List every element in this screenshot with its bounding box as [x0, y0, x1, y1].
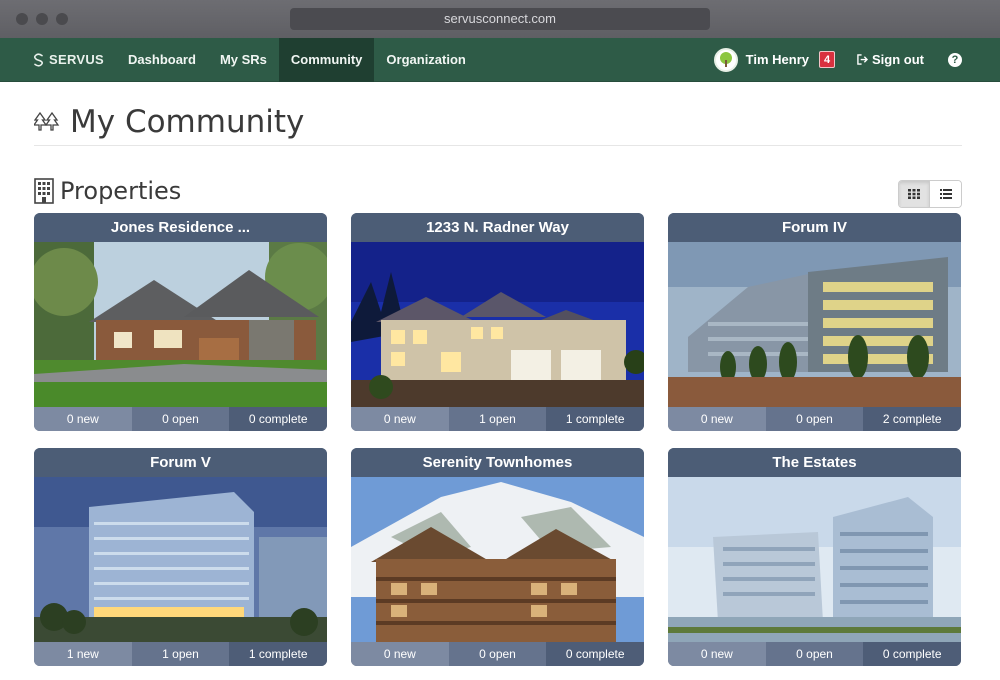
help-button[interactable]: ?: [948, 52, 962, 67]
brand-logo[interactable]: SERVUS: [32, 52, 104, 67]
sign-out-button[interactable]: Sign out: [857, 52, 924, 67]
page-heading: My Community: [70, 104, 305, 140]
property-card[interactable]: Forum V 1 new 1 open 1 complete: [34, 448, 327, 666]
trees-icon: [34, 112, 60, 131]
property-card[interactable]: Serenity Townhomes 0 new 0 open 0 comple…: [351, 448, 644, 666]
property-stats: 1 new 1 open 1 complete: [34, 642, 327, 666]
property-card[interactable]: Forum IV 0 new 0 open 2 complete: [668, 213, 961, 431]
complete-count[interactable]: 0 complete: [546, 642, 644, 666]
maximize-window-button[interactable]: [56, 13, 68, 25]
servus-logo-icon: [33, 52, 44, 67]
open-count[interactable]: 0 open: [131, 407, 230, 431]
property-card[interactable]: The Estates 0 new 0 open 0 complete: [668, 448, 961, 666]
mountain-lodge-photo[interactable]: [351, 477, 644, 642]
complete-count[interactable]: 0 complete: [229, 407, 327, 431]
close-window-button[interactable]: [16, 13, 28, 25]
open-count[interactable]: 1 open: [448, 407, 547, 431]
nav-my-srs[interactable]: My SRs: [208, 38, 279, 82]
nav-dashboard[interactable]: Dashboard: [116, 38, 208, 82]
new-count[interactable]: 0 new: [668, 407, 766, 431]
nav-organization[interactable]: Organization: [374, 38, 477, 82]
property-image: [351, 477, 644, 642]
property-name[interactable]: Forum V: [34, 448, 327, 477]
page-title: My Community: [34, 104, 304, 140]
twin-towers-photo[interactable]: [668, 477, 961, 642]
property-image: [34, 242, 327, 407]
minimize-window-button[interactable]: [36, 13, 48, 25]
section-heading: Properties: [60, 177, 182, 205]
browser-chrome: servusconnect.com: [0, 0, 1000, 38]
new-count[interactable]: 0 new: [668, 642, 766, 666]
new-count[interactable]: 0 new: [34, 407, 132, 431]
complete-count[interactable]: 2 complete: [863, 407, 961, 431]
new-count[interactable]: 0 new: [351, 642, 449, 666]
notification-badge[interactable]: 4: [819, 51, 835, 68]
property-stats: 0 new 0 open 0 complete: [668, 642, 961, 666]
sign-out-icon: [857, 54, 868, 65]
open-count[interactable]: 0 open: [765, 407, 864, 431]
craftsman-house-photo[interactable]: [34, 242, 327, 407]
address-bar[interactable]: servusconnect.com: [290, 8, 710, 30]
glass-office-building-photo[interactable]: [668, 242, 961, 407]
list-view-button[interactable]: [930, 181, 961, 207]
property-name[interactable]: 1233 N. Radner Way: [351, 213, 644, 242]
brand-name: SERVUS: [49, 52, 105, 67]
property-image: [34, 477, 327, 642]
tree-avatar-icon: [719, 51, 732, 67]
avatar[interactable]: [713, 47, 738, 72]
property-card[interactable]: 1233 N. Radner Way 0 new 1 open 1 comple…: [351, 213, 644, 431]
property-name[interactable]: Forum IV: [668, 213, 961, 242]
top-navbar: SERVUS Dashboard My SRs Community Organi…: [0, 37, 1000, 82]
section-title: Properties: [34, 177, 181, 205]
view-toggle: [898, 180, 962, 208]
new-count[interactable]: 0 new: [351, 407, 449, 431]
property-stats: 0 new 0 open 0 complete: [351, 642, 644, 666]
new-count[interactable]: 1 new: [34, 642, 132, 666]
nav-community[interactable]: Community: [278, 37, 375, 82]
property-card[interactable]: Jones Residence ... 0 new 0 open 0 compl…: [34, 213, 327, 431]
office-tower-evening-photo[interactable]: [34, 477, 327, 642]
sign-out-label: Sign out: [872, 52, 924, 67]
property-name[interactable]: The Estates: [668, 448, 961, 477]
property-stats: 0 new 0 open 2 complete: [668, 407, 961, 431]
properties-grid: Jones Residence ... 0 new 0 open 0 compl…: [34, 213, 962, 666]
complete-count[interactable]: 1 complete: [546, 407, 644, 431]
property-image: [668, 477, 961, 642]
user-name[interactable]: Tim Henry: [746, 52, 809, 67]
open-count[interactable]: 0 open: [765, 642, 864, 666]
property-stats: 0 new 0 open 0 complete: [34, 407, 327, 431]
building-icon: [34, 178, 54, 204]
header-divider: [34, 145, 962, 146]
list-icon: [939, 189, 952, 199]
property-image: [668, 242, 961, 407]
open-count[interactable]: 0 open: [448, 642, 547, 666]
property-stats: 0 new 1 open 1 complete: [351, 407, 644, 431]
grid-view-button[interactable]: [899, 181, 931, 207]
complete-count[interactable]: 0 complete: [863, 642, 961, 666]
house-at-dusk-photo[interactable]: [351, 242, 644, 407]
user-area: Tim Henry 4 Sign out ?: [713, 38, 1000, 82]
grid-icon: [908, 189, 920, 199]
open-count[interactable]: 1 open: [131, 642, 230, 666]
property-image: [351, 242, 644, 407]
property-name[interactable]: Jones Residence ...: [34, 213, 327, 242]
property-name[interactable]: Serenity Townhomes: [351, 448, 644, 477]
complete-count[interactable]: 1 complete: [229, 642, 327, 666]
window-controls: [16, 13, 68, 25]
